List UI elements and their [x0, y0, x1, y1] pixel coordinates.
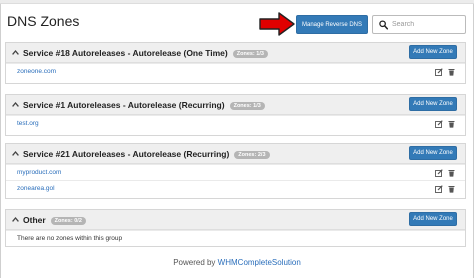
- trash-icon[interactable]: [448, 169, 455, 177]
- trash-icon[interactable]: [448, 68, 455, 76]
- empty-message: There are no zones within this group: [17, 235, 123, 242]
- empty-row: There are no zones within this group: [6, 230, 465, 246]
- service-title: Service #1 Autoreleases - Autorelease (R…: [23, 100, 265, 110]
- panel-header[interactable]: Service #21 Autoreleases - Autorelease (…: [6, 144, 465, 164]
- add-new-zone-button[interactable]: Add New Zone: [409, 97, 457, 111]
- search-input[interactable]: [392, 17, 464, 32]
- panel-header[interactable]: Service #18 Autoreleases - Autorelease (…: [6, 43, 465, 63]
- zone-row: myproduct.com: [6, 164, 465, 180]
- panel-header[interactable]: Service #1 Autoreleases - Autorelease (R…: [6, 95, 465, 115]
- chevron-up-icon[interactable]: [12, 151, 19, 156]
- edit-icon[interactable]: [435, 120, 443, 128]
- zone-link[interactable]: myproduct.com: [17, 169, 61, 176]
- footer-link[interactable]: WHMCompleteSolution: [218, 258, 301, 267]
- manage-reverse-dns-button[interactable]: Manage Reverse DNS: [296, 15, 368, 34]
- footer-powered-by: Powered by: [173, 258, 216, 267]
- edit-icon[interactable]: [435, 169, 443, 177]
- search-icon: [379, 20, 388, 30]
- zone-row: zoneone.com: [6, 63, 465, 79]
- zone-link[interactable]: zoneone.com: [17, 68, 56, 75]
- add-new-zone-button[interactable]: Add New Zone: [409, 212, 457, 226]
- page-title: DNS Zones: [7, 13, 80, 29]
- service-panel: Service #1 Autoreleases - Autorelease (R…: [5, 94, 466, 136]
- chevron-up-icon[interactable]: [12, 50, 19, 55]
- chevron-up-icon[interactable]: [12, 102, 19, 107]
- service-title: Other Zones: 0/2: [23, 215, 86, 225]
- red-arrow-icon: [259, 12, 295, 36]
- service-panel: Other Zones: 0/2 Add New Zone There are n…: [5, 209, 466, 247]
- search-box: [372, 15, 466, 34]
- zones-count-badge: Zones: 1/3: [232, 50, 268, 58]
- edit-icon[interactable]: [435, 185, 443, 193]
- panel-header[interactable]: Other Zones: 0/2 Add New Zone: [6, 210, 465, 230]
- service-panel: Service #18 Autoreleases - Autorelease (…: [5, 42, 466, 84]
- trash-icon[interactable]: [448, 185, 455, 193]
- zone-row: zonearea.gol: [6, 180, 465, 196]
- trash-icon[interactable]: [448, 120, 455, 128]
- footer: Powered by WHMCompleteSolution: [0, 258, 474, 267]
- add-new-zone-button[interactable]: Add New Zone: [409, 146, 457, 160]
- chevron-up-icon[interactable]: [12, 217, 19, 222]
- edit-icon[interactable]: [435, 68, 443, 76]
- zone-link[interactable]: zonearea.gol: [17, 185, 55, 192]
- service-title: Service #18 Autoreleases - Autorelease (…: [23, 48, 268, 58]
- service-panel: Service #21 Autoreleases - Autorelease (…: [5, 143, 466, 199]
- zone-row: test.org: [6, 115, 465, 131]
- add-new-zone-button[interactable]: Add New Zone: [409, 45, 457, 59]
- service-title: Service #21 Autoreleases - Autorelease (…: [23, 149, 270, 159]
- zones-count-badge: Zones: 2/3: [234, 151, 270, 159]
- zones-count-badge: Zones: 0/2: [50, 217, 86, 225]
- top-divider: [0, 0, 474, 4]
- zones-count-badge: Zones: 1/3: [229, 102, 265, 110]
- zone-link[interactable]: test.org: [17, 120, 39, 127]
